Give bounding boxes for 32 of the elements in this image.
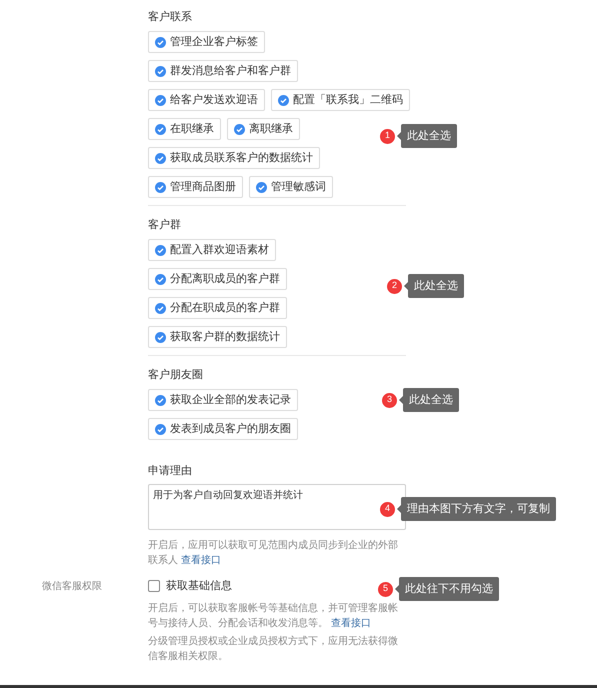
- section-title: 申请理由: [148, 464, 192, 479]
- permission-tag[interactable]: 群发消息给客户和客户群: [148, 60, 298, 82]
- view-api-link[interactable]: 查看接口: [180, 555, 221, 566]
- step-badge: 3: [382, 392, 397, 408]
- permission-tag[interactable]: 分配在职成员的客户群: [148, 297, 287, 319]
- permission-tag[interactable]: 离职继承: [227, 118, 300, 140]
- step-badge: 1: [380, 128, 395, 144]
- step-badge: 2: [387, 278, 402, 294]
- permission-tag[interactable]: 给客户发送欢迎语: [148, 89, 265, 111]
- note-text: 分级管理员授权或企业成员授权方式下，应用无法获得微信客服相关权限。: [148, 634, 399, 664]
- permission-tag[interactable]: 分配离职成员的客户群: [148, 268, 287, 290]
- permission-tag[interactable]: 管理企业客户标签: [148, 31, 265, 53]
- help-text: 开启后，可以获取客服帐号等基础信息，并可管理客服帐号与接待人员、分配会话和收发消息等。 查看接口: [148, 602, 399, 630]
- checkbox[interactable]: [148, 580, 160, 592]
- section-title: 客户联系: [148, 10, 192, 25]
- view-api-link[interactable]: 查看接口: [330, 618, 371, 628]
- section-title: 客户群: [148, 218, 181, 233]
- permission-tag[interactable]: 获取企业全部的发表记录: [148, 389, 298, 411]
- section-title: 客户朋友圈: [148, 368, 203, 383]
- row-label: 微信客服权限: [42, 581, 102, 592]
- checkbox-label[interactable]: 获取基础信息: [166, 578, 232, 594]
- help-text: 开启后，应用可以获取可见范围内成员同步到企业的外部联系人 查看接口: [148, 538, 399, 568]
- permission-tag[interactable]: 管理敏感词: [249, 176, 333, 198]
- permission-tag[interactable]: 在职继承: [148, 118, 221, 140]
- permission-tag[interactable]: 配置入群欢迎语素材: [148, 239, 276, 261]
- permission-tag[interactable]: 获取客户群的数据统计: [148, 326, 287, 348]
- permission-tag[interactable]: 获取成员联系客户的数据统计: [148, 147, 320, 169]
- step-badge: 5: [378, 582, 393, 596]
- permission-tag[interactable]: 管理商品图册: [148, 176, 243, 198]
- permission-tag[interactable]: 配置「联系我」二维码: [271, 89, 410, 111]
- step-badge: 4: [380, 502, 395, 516]
- permission-tag[interactable]: 发表到成员客户的朋友圈: [148, 418, 298, 440]
